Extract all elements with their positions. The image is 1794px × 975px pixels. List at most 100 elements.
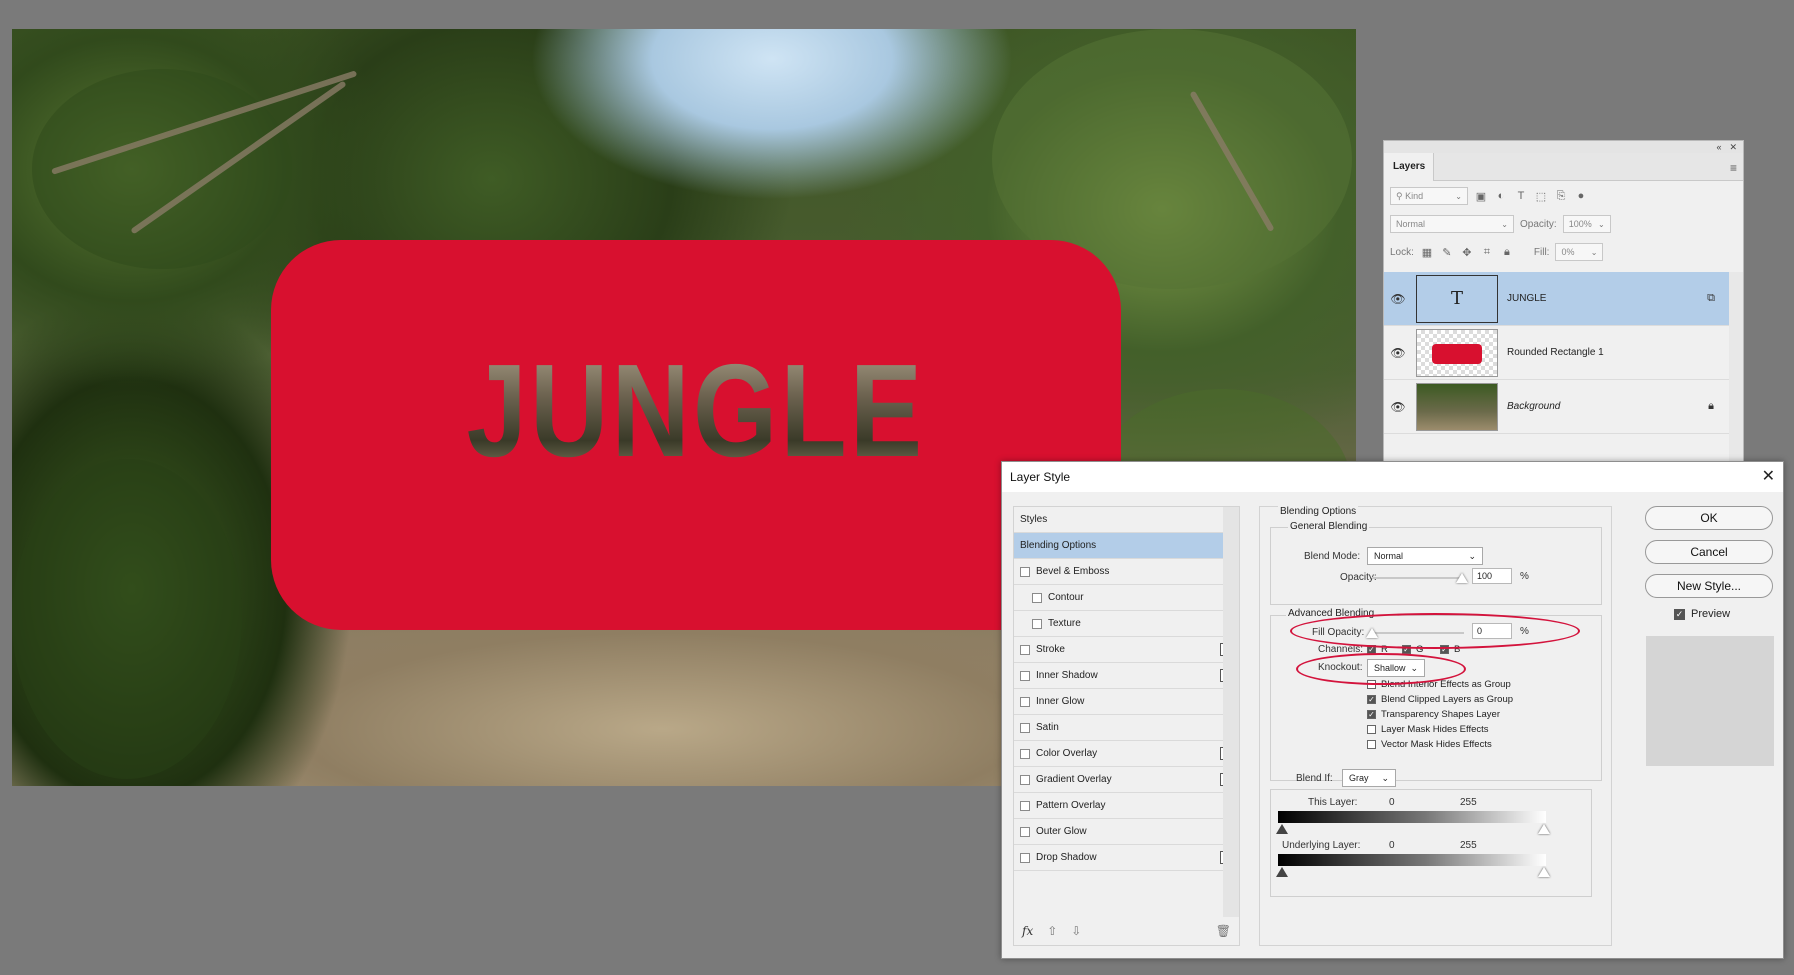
style-item-texture[interactable]: Texture bbox=[1014, 611, 1239, 637]
checkbox[interactable] bbox=[1367, 725, 1376, 734]
layer-mask-hides-checkbox[interactable]: Layer Mask Hides Effects bbox=[1367, 724, 1489, 735]
blend-if-dropdown[interactable]: Gray ⌄ bbox=[1342, 769, 1396, 787]
style-preview-swatch bbox=[1646, 636, 1774, 766]
checkbox[interactable] bbox=[1020, 670, 1030, 681]
adjustment-filter-icon[interactable]: ◐ bbox=[1494, 189, 1508, 203]
style-item-blending-options[interactable]: Blending Options bbox=[1014, 533, 1239, 559]
blend-clipped-checkbox[interactable]: ✓ Blend Clipped Layers as Group bbox=[1367, 694, 1513, 705]
cancel-button[interactable]: Cancel bbox=[1645, 540, 1773, 564]
smart-object-filter-icon[interactable]: ⎘ bbox=[1554, 189, 1568, 203]
style-item-gradient-overlay[interactable]: Gradient Overlay+ bbox=[1014, 767, 1239, 793]
opacity-slider-thumb[interactable] bbox=[1456, 573, 1468, 583]
fill-value: 0% bbox=[1561, 247, 1575, 257]
opacity-input[interactable]: 100 bbox=[1472, 568, 1512, 584]
checkbox[interactable] bbox=[1020, 774, 1030, 785]
underlying-min: 0 bbox=[1389, 840, 1395, 851]
style-item-outer-glow[interactable]: Outer Glow bbox=[1014, 819, 1239, 845]
checkbox[interactable] bbox=[1020, 566, 1030, 577]
type-filter-icon[interactable]: T bbox=[1514, 189, 1528, 203]
checkbox[interactable] bbox=[1020, 644, 1030, 655]
checkbox[interactable]: ✓ bbox=[1674, 608, 1685, 620]
pixel-filter-icon[interactable]: ▣ bbox=[1474, 189, 1488, 203]
checkbox[interactable] bbox=[1020, 722, 1030, 733]
lock-position-icon[interactable]: ✥ bbox=[1460, 245, 1474, 259]
trash-icon[interactable]: 🗑︎ bbox=[1216, 924, 1231, 938]
lock-transparent-icon[interactable]: ▦ bbox=[1420, 245, 1434, 259]
underlying-white-slider[interactable] bbox=[1538, 867, 1550, 877]
this-layer-white-slider[interactable] bbox=[1538, 824, 1550, 834]
layer-effects-icon[interactable]: ⧉ bbox=[1702, 292, 1720, 305]
move-up-icon[interactable]: ⇧ bbox=[1047, 924, 1057, 938]
style-item-label: Stroke bbox=[1036, 644, 1065, 655]
ok-button[interactable]: OK bbox=[1645, 506, 1773, 530]
this-layer-gradient[interactable] bbox=[1278, 811, 1546, 823]
panel-menu-icon[interactable]: ≡ bbox=[1730, 161, 1737, 175]
checkbox[interactable] bbox=[1020, 852, 1030, 863]
layers-panel: « ✕ Layers ≡ ⚲ Kind ⌄ ▣ ◐ T ⬚ ⎘ ● Normal ⌄… bbox=[1383, 140, 1744, 466]
collapse-icon[interactable]: « bbox=[1716, 141, 1721, 153]
shape-filter-icon[interactable]: ⬚ bbox=[1534, 189, 1548, 203]
opacity-slider[interactable] bbox=[1372, 577, 1464, 579]
checkbox[interactable] bbox=[1032, 592, 1042, 603]
shape-layer-thumbnail bbox=[1416, 328, 1498, 377]
style-item-color-overlay[interactable]: Color Overlay+ bbox=[1014, 741, 1239, 767]
underlying-black-slider[interactable] bbox=[1276, 867, 1288, 877]
vector-mask-hides-checkbox[interactable]: Vector Mask Hides Effects bbox=[1367, 739, 1492, 750]
style-item-drop-shadow[interactable]: Drop Shadow+ bbox=[1014, 845, 1239, 871]
underlying-layer-gradient[interactable] bbox=[1278, 854, 1546, 866]
this-layer-label: This Layer: bbox=[1308, 797, 1358, 808]
percent-label: % bbox=[1520, 571, 1529, 582]
checkbox[interactable] bbox=[1020, 800, 1030, 811]
blending-options-title: Blending Options bbox=[1278, 506, 1359, 517]
general-blending-group bbox=[1270, 527, 1602, 605]
this-layer-black-slider[interactable] bbox=[1276, 824, 1288, 834]
style-item-contour[interactable]: Contour bbox=[1014, 585, 1239, 611]
filter-toggle-icon[interactable]: ● bbox=[1574, 189, 1588, 203]
styles-scrollbar[interactable] bbox=[1223, 507, 1239, 917]
fx-icon[interactable]: fx bbox=[1022, 924, 1033, 938]
lock-artboard-icon[interactable]: ⌗ bbox=[1480, 245, 1494, 259]
checkbox[interactable]: ✓ bbox=[1367, 710, 1376, 719]
type-t-icon: T bbox=[1450, 288, 1463, 309]
visibility-eye-icon[interactable]: 👁︎ bbox=[1384, 400, 1412, 414]
styles-header[interactable]: Styles bbox=[1014, 507, 1239, 533]
style-item-stroke[interactable]: Stroke+ bbox=[1014, 637, 1239, 663]
checkbox[interactable]: ✓ bbox=[1367, 695, 1376, 704]
style-item-pattern-overlay[interactable]: Pattern Overlay bbox=[1014, 793, 1239, 819]
move-down-icon[interactable]: ⇩ bbox=[1071, 924, 1081, 938]
opacity-value: 100% bbox=[1568, 219, 1592, 229]
lock-image-icon[interactable]: ✎ bbox=[1440, 245, 1454, 259]
tab-layers[interactable]: Layers bbox=[1384, 153, 1434, 181]
checkbox[interactable] bbox=[1020, 826, 1030, 837]
layer-name[interactable]: Rounded Rectangle 1 bbox=[1507, 347, 1730, 358]
kind-filter-select[interactable]: ⚲ Kind ⌄ bbox=[1390, 187, 1468, 205]
checkbox[interactable] bbox=[1020, 696, 1030, 707]
preview-checkbox[interactable]: ✓ Preview bbox=[1674, 608, 1730, 620]
checkbox[interactable] bbox=[1367, 740, 1376, 749]
layers-scrollbar[interactable] bbox=[1729, 272, 1743, 466]
new-style-button[interactable]: New Style... bbox=[1645, 574, 1773, 598]
style-item-inner-shadow[interactable]: Inner Shadow+ bbox=[1014, 663, 1239, 689]
layer-row-background[interactable]: 👁︎ Background 🔒︎ bbox=[1384, 380, 1730, 434]
layer-row-jungle[interactable]: 👁︎ T JUNGLE ⧉ bbox=[1384, 272, 1730, 326]
blend-mode-dropdown[interactable]: Normal ⌄ bbox=[1367, 547, 1483, 565]
transparency-shapes-checkbox[interactable]: ✓ Transparency Shapes Layer bbox=[1367, 709, 1500, 720]
checkbox[interactable] bbox=[1020, 748, 1030, 759]
visibility-eye-icon[interactable]: 👁︎ bbox=[1384, 346, 1412, 360]
style-item-satin[interactable]: Satin bbox=[1014, 715, 1239, 741]
chevron-down-icon: ⌄ bbox=[1501, 219, 1508, 229]
lock-all-icon[interactable]: 🔒︎ bbox=[1500, 245, 1514, 259]
blend-mode-select[interactable]: Normal ⌄ bbox=[1390, 215, 1514, 233]
visibility-eye-icon[interactable]: 👁︎ bbox=[1384, 292, 1412, 306]
layer-name[interactable]: JUNGLE bbox=[1507, 293, 1702, 304]
close-panel-icon[interactable]: ✕ bbox=[1729, 141, 1737, 153]
panel-topbar: « ✕ bbox=[1384, 141, 1743, 153]
style-item-inner-glow[interactable]: Inner Glow bbox=[1014, 689, 1239, 715]
opacity-field[interactable]: 100% ⌄ bbox=[1562, 215, 1611, 233]
close-icon[interactable]: ✕ bbox=[1762, 466, 1775, 486]
layer-name[interactable]: Background bbox=[1507, 401, 1702, 412]
style-item-bevel-emboss[interactable]: Bevel & Emboss bbox=[1014, 559, 1239, 585]
checkbox[interactable] bbox=[1032, 618, 1042, 629]
layer-row-rounded-rectangle[interactable]: 👁︎ Rounded Rectangle 1 bbox=[1384, 326, 1730, 380]
fill-field[interactable]: 0% ⌄ bbox=[1555, 243, 1604, 261]
